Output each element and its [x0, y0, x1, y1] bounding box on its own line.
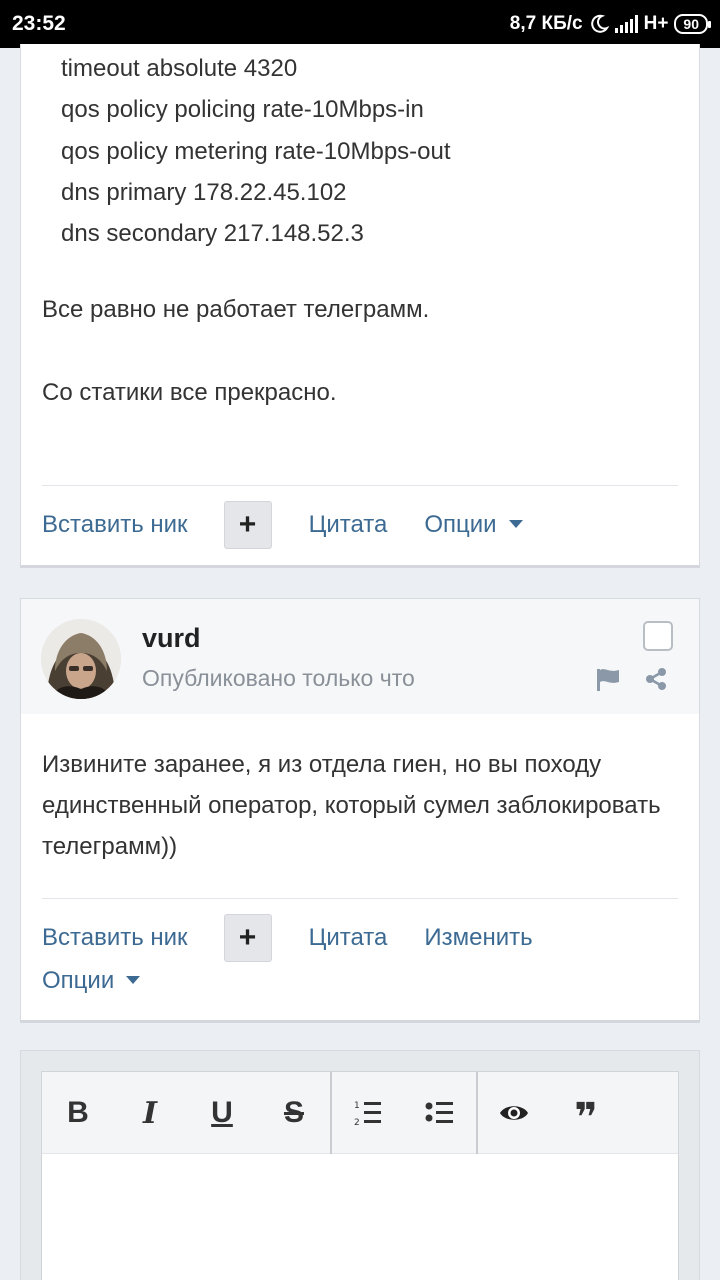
post-card: vurd Опубликовано только что Извините за…: [20, 598, 700, 1023]
quote-icon[interactable]: ❞: [550, 1072, 622, 1154]
network-speed: 8,7 КБ/с: [509, 13, 583, 34]
battery-level: 90: [683, 16, 699, 32]
options-link[interactable]: Опции: [424, 511, 523, 539]
post-text: Все равно не работает телеграмм.: [42, 296, 430, 323]
ordered-list-icon: 1 2: [354, 1101, 381, 1128]
svg-text:1: 1: [354, 1101, 360, 1111]
config-line: qos policy metering rate-10Mbps-out: [61, 137, 451, 165]
divider: [42, 898, 678, 899]
author-name[interactable]: vurd: [142, 623, 201, 654]
plus-button[interactable]: +: [223, 501, 272, 549]
quote-link[interactable]: Цитата: [309, 924, 388, 952]
preview-eye-icon: [500, 1106, 528, 1120]
avatar[interactable]: [41, 619, 121, 699]
italic-button[interactable]: I: [114, 1072, 186, 1154]
caret-down-icon: [508, 519, 523, 528]
plus-button[interactable]: +: [223, 914, 272, 962]
config-line: dns secondary 217.148.52.3: [61, 220, 364, 248]
post-card-previous: timeout absolute 4320 qos policy policin…: [20, 44, 700, 568]
bold-button[interactable]: B: [42, 1072, 114, 1154]
edit-link[interactable]: Изменить: [424, 924, 532, 952]
config-line: timeout absolute 4320: [61, 55, 298, 82]
options-label: Опции: [42, 967, 115, 994]
quote-link[interactable]: Цитата: [309, 511, 388, 539]
config-line: dns primary 178.22.45.102: [61, 178, 347, 206]
post-actions-row2: Опции: [42, 967, 141, 995]
insert-nick-link[interactable]: Вставить ник: [42, 511, 188, 539]
share-icon[interactable]: [644, 667, 668, 691]
status-bar: 23:52 8,7 КБ/с H+ 90: [0, 0, 720, 48]
caret-down-icon: [126, 975, 141, 984]
status-time: 23:52: [12, 12, 66, 35]
divider: [42, 485, 678, 486]
config-line: qos policy policing rate-10Mbps-in: [61, 96, 424, 124]
editor-toolbar: B I U S 1 2 ❞: [42, 1072, 678, 1154]
post-text: Со статики все прекрасно.: [42, 379, 337, 406]
options-label: Опции: [424, 511, 497, 538]
network-type: H+: [643, 13, 669, 34]
options-link[interactable]: Опции: [42, 967, 141, 995]
flag-icon[interactable]: [595, 667, 621, 691]
signal-icon: [614, 15, 638, 33]
status-right: 8,7 КБ/с H+ 90: [509, 13, 711, 35]
strikethrough-button[interactable]: S: [258, 1072, 330, 1154]
post-timestamp: Опубликовано только что: [142, 665, 415, 691]
ordered-list-button[interactable]: 1 2: [332, 1072, 404, 1154]
post-body: Извините заранее, я из отдела гиен, но в…: [42, 751, 661, 860]
reply-editor: B I U S 1 2 ❞: [41, 1071, 679, 1280]
preview-button[interactable]: [478, 1072, 550, 1154]
underline-button[interactable]: U: [186, 1072, 258, 1154]
post-actions: Вставить ник + Цитата Опции: [42, 501, 523, 549]
toolbar-group-format: B I U S: [42, 1072, 332, 1154]
post-actions: Вставить ник + Цитата Изменить: [42, 914, 533, 962]
bullet-list-icon: [425, 1102, 453, 1123]
svg-text:2: 2: [354, 1118, 360, 1128]
config-block: timeout absolute 4320 qos policy policin…: [61, 48, 451, 254]
battery-icon: 90: [674, 14, 711, 34]
reply-editor-card: B I U S 1 2 ❞: [20, 1050, 700, 1280]
bullet-list-button[interactable]: [404, 1072, 476, 1154]
moon-icon: [590, 14, 609, 33]
insert-nick-link[interactable]: Вставить ник: [42, 924, 188, 952]
toolbar-group-lists: 1 2: [332, 1072, 478, 1154]
select-checkbox[interactable]: [643, 621, 673, 651]
toolbar-group-misc: ❞: [478, 1072, 622, 1154]
post-header: vurd Опубликовано только что: [21, 599, 699, 714]
